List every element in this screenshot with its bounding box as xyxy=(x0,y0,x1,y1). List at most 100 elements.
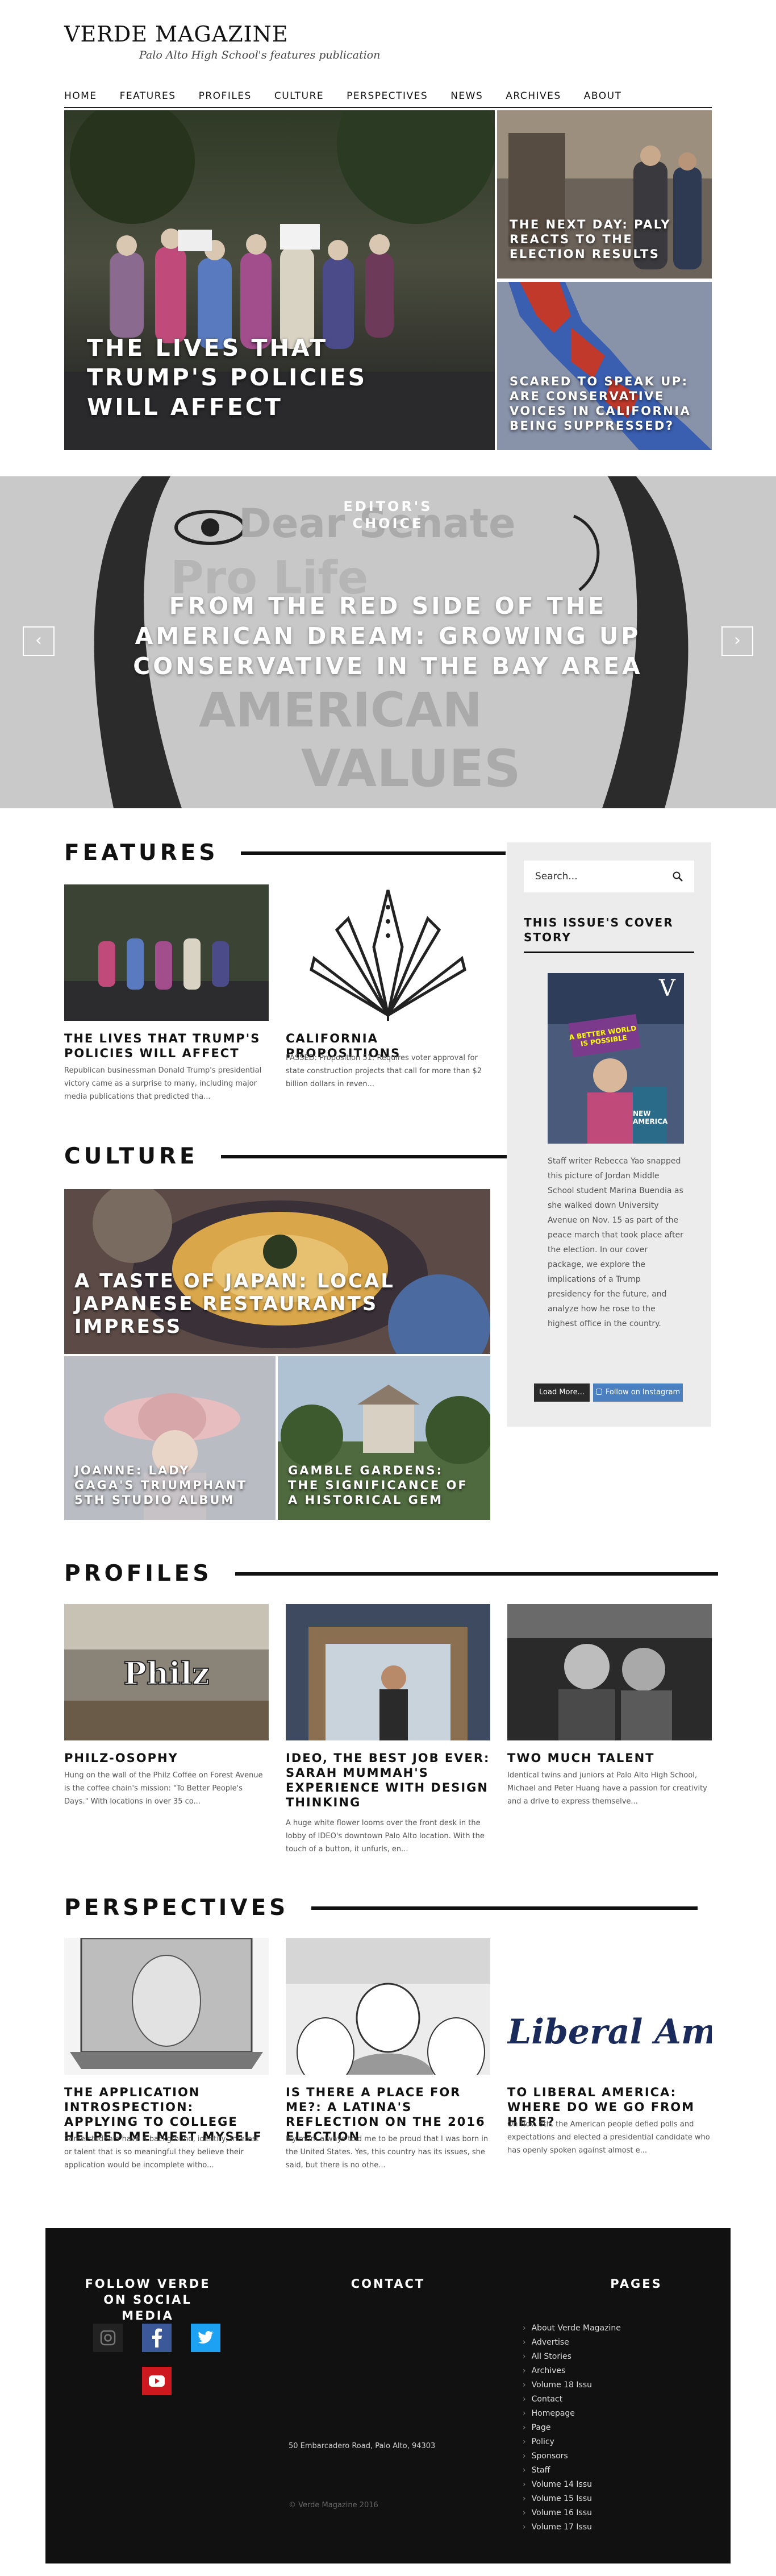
nav-archives[interactable]: ARCHIVES xyxy=(506,90,561,102)
perspectives-card-3-image[interactable]: Liberal Am xyxy=(507,1938,712,2075)
profiles-card-2-excerpt: A huge white flower looms over the front… xyxy=(286,1819,485,1854)
footer-link-policy[interactable]: Policy xyxy=(523,2435,621,2449)
culture-heading[interactable]: CULTURE xyxy=(64,1144,198,1169)
perspectives-rule xyxy=(311,1906,698,1910)
features-card-2-image[interactable] xyxy=(286,884,490,1021)
hero-side1-title[interactable]: THE NEXT DAY: PALY REACTS TO THE ELECTIO… xyxy=(510,217,697,261)
nav-about[interactable]: ABOUT xyxy=(584,90,622,102)
footer-link-volume-18[interactable]: Volume 18 Issu xyxy=(523,2378,621,2392)
culture-main-story[interactable]: A TASTE OF JAPAN: LOCAL JAPANESE RESTAUR… xyxy=(64,1189,490,1354)
cover-story-heading: THIS ISSUE'S COVER STORY xyxy=(524,915,694,953)
footer-link-staff[interactable]: Staff xyxy=(523,2463,621,2478)
load-more-button[interactable]: Load More... xyxy=(534,1383,590,1402)
profiles-heading[interactable]: PROFILES xyxy=(64,1561,212,1586)
footer-link-page[interactable]: Page xyxy=(523,2421,621,2435)
profiles-card-1-image[interactable]: Philz xyxy=(64,1604,269,1740)
sidebar: Search... THIS ISSUE'S COVER STORY V A B… xyxy=(507,842,711,1427)
slider-bg-text-4: VALUES xyxy=(301,739,521,799)
footer-link-volume-17[interactable]: Volume 17 Issu xyxy=(523,2520,621,2535)
search-placeholder: Search... xyxy=(535,871,578,882)
cover-story-caption: Staff writer Rebecca Yao snapped this pi… xyxy=(548,1157,683,1328)
footer-link-advertise[interactable]: Advertise xyxy=(523,2336,621,2350)
nav-news[interactable]: NEWS xyxy=(450,90,483,102)
footer-social-heading: FOLLOW VERDE ON SOCIAL MEDIA xyxy=(85,2277,211,2322)
slider-story-title[interactable]: FROM THE RED SIDE OF THE AMERICAN DREAM:… xyxy=(97,591,679,682)
youtube-icon[interactable] xyxy=(142,2367,172,2395)
culture-section-header: CULTURE xyxy=(64,1144,508,1169)
hero-main-story[interactable]: THE LIVES THAT TRUMP'S POLICIES WILL AFF… xyxy=(64,110,495,450)
features-card-1-image[interactable] xyxy=(64,884,269,1021)
search-input[interactable]: Search... xyxy=(524,861,694,892)
hero-side-story-1[interactable]: THE NEXT DAY: PALY REACTS TO THE ELECTIO… xyxy=(497,110,712,279)
footer-copyright: © Verde Magazine 2016 xyxy=(289,2501,378,2509)
profiles-card-3-image[interactable] xyxy=(507,1604,712,1740)
culture-rule xyxy=(220,1154,508,1158)
footer-link-volume-16[interactable]: Volume 16 Issu xyxy=(523,2506,621,2520)
features-heading[interactable]: FEATURES xyxy=(64,840,218,866)
culture-tile-2[interactable]: GAMBLE GARDENS: THE SIGNIFICANCE OF A HI… xyxy=(278,1356,490,1520)
nav-home[interactable]: HOME xyxy=(64,90,97,102)
perspectives-card-1-image[interactable] xyxy=(64,1938,269,2075)
main-nav: HOME FEATURES PROFILES CULTURE PERSPECTI… xyxy=(64,85,712,108)
hero-side2-title[interactable]: SCARED TO SPEAK UP: ARE CONSERVATIVE VOI… xyxy=(510,374,697,433)
perspectives-card-2-image[interactable] xyxy=(286,1938,490,2075)
cover-corner-text: NEW AMERICA xyxy=(633,1110,668,1125)
nav-culture[interactable]: CULTURE xyxy=(274,90,324,102)
slider-next-button[interactable]: › xyxy=(721,626,753,656)
features-rule xyxy=(241,851,506,855)
profiles-card-3-title[interactable]: TWO MUCH TALENT xyxy=(507,1751,712,1765)
nav-features[interactable]: FEATURES xyxy=(120,90,176,102)
features-card-1-excerpt: Republican businessman Donald Trump's pr… xyxy=(64,1066,262,1101)
footer-pages-list: About Verde Magazine Advertise All Stori… xyxy=(523,2321,621,2535)
philz-sign: Philz xyxy=(123,1655,210,1692)
footer-link-volume-14[interactable]: Volume 14 Issu xyxy=(523,2478,621,2492)
footer-link-contact[interactable]: Contact xyxy=(523,2392,621,2407)
features-card-2-excerpt: PASSED: Proposition 51: Requires voter a… xyxy=(286,1054,482,1088)
editors-choice-label: EDITOR'S CHOICE xyxy=(343,498,433,531)
footer-contact-heading: CONTACT xyxy=(351,2277,425,2291)
features-section-header: FEATURES xyxy=(64,840,506,866)
nav-perspectives[interactable]: PERSPECTIVES xyxy=(347,90,428,102)
footer-address: 50 Embarcadero Road, Palo Alto, 94303 xyxy=(289,2442,436,2450)
footer-link-sponsors[interactable]: Sponsors xyxy=(523,2449,621,2463)
slider-bg-text-3: AMERICAN xyxy=(199,682,482,738)
instagram-icon[interactable] xyxy=(93,2324,123,2352)
instagram-icon xyxy=(595,1389,602,1395)
perspectives-card-2-excerpt: My mom always told me to be proud that I… xyxy=(286,2135,489,2170)
footer-pages-heading: PAGES xyxy=(610,2277,662,2291)
twitter-icon[interactable] xyxy=(191,2324,220,2352)
footer-link-volume-15[interactable]: Volume 15 Issu xyxy=(523,2492,621,2506)
culture-tile-1[interactable]: JOANNE: LADY GAGA'S TRIUMPHANT 5TH STUDI… xyxy=(64,1356,276,1520)
site-footer: FOLLOW VERDE ON SOCIAL MEDIA CONTACT PAG… xyxy=(45,2228,731,2563)
perspectives-section-header: PERSPECTIVES xyxy=(64,1895,698,1921)
slider-prev-button[interactable]: ‹ xyxy=(23,626,55,656)
profiles-section-header: PROFILES xyxy=(64,1561,718,1586)
site-tagline: Palo Alto High School's features publica… xyxy=(139,49,381,61)
footer-link-homepage[interactable]: Homepage xyxy=(523,2407,621,2421)
footer-link-about[interactable]: About Verde Magazine xyxy=(523,2321,621,2336)
liberal-america-script: Liberal Am xyxy=(507,2012,712,2052)
footer-link-archives[interactable]: Archives xyxy=(523,2364,621,2378)
footer-link-all-stories[interactable]: All Stories xyxy=(523,2350,621,2364)
culture-tile-1-title[interactable]: JOANNE: LADY GAGA'S TRIUMPHANT 5TH STUDI… xyxy=(74,1463,256,1507)
profiles-card-2-image[interactable] xyxy=(286,1604,490,1740)
profiles-rule xyxy=(235,1572,718,1576)
facebook-icon[interactable] xyxy=(142,2324,172,2352)
profiles-card-2-title[interactable]: IDEO, THE BEST JOB EVER: SARAH MUMMAH'S … xyxy=(286,1751,490,1810)
instagram-follow-label: Follow on Instagram xyxy=(605,1388,681,1397)
hero-side-story-2[interactable]: SCARED TO SPEAK UP: ARE CONSERVATIVE VOI… xyxy=(497,282,712,450)
search-icon[interactable] xyxy=(673,871,683,882)
culture-tile-2-title[interactable]: GAMBLE GARDENS: THE SIGNIFICANCE OF A HI… xyxy=(288,1463,470,1507)
profiles-card-1-title[interactable]: PHILZ-OSOPHY xyxy=(64,1751,269,1765)
instagram-follow-button[interactable]: Follow on Instagram xyxy=(593,1383,683,1402)
nav-profiles[interactable]: PROFILES xyxy=(199,90,252,102)
hero-main-title[interactable]: THE LIVES THAT TRUMP'S POLICIES WILL AFF… xyxy=(87,333,405,422)
svg-text:V: V xyxy=(658,975,676,1002)
features-card-1-title[interactable]: THE LIVES THAT TRUMP'S POLICIES WILL AFF… xyxy=(64,1031,269,1061)
perspectives-card-1-excerpt: Some students have a background, identit… xyxy=(64,2135,259,2170)
culture-main-title[interactable]: A TASTE OF JAPAN: LOCAL JAPANESE RESTAUR… xyxy=(74,1270,415,1338)
profiles-card-1-excerpt: Hung on the wall of the Philz Coffee on … xyxy=(64,1771,263,1806)
site-title[interactable]: VERDE MAGAZINE xyxy=(64,22,289,47)
cover-story-image[interactable]: V A BETTER WORLD IS POSSIBLE NEW AMERICA xyxy=(548,973,684,1144)
perspectives-heading[interactable]: PERSPECTIVES xyxy=(64,1895,289,1921)
